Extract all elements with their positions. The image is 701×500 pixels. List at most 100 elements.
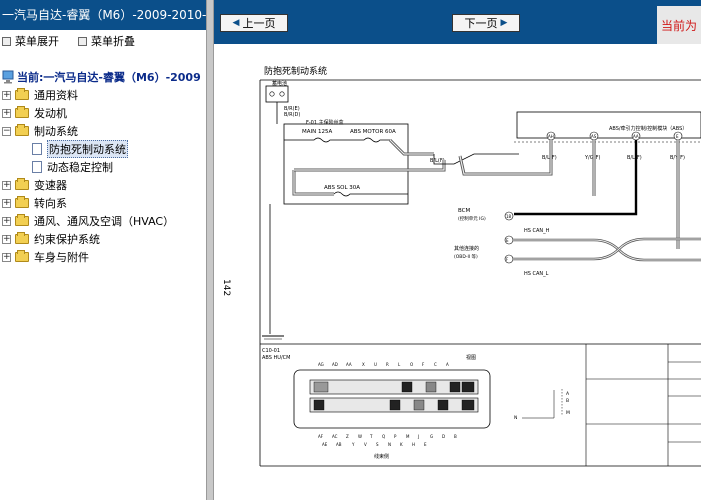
svg-text:O: O xyxy=(410,362,413,367)
svg-text:AS: AS xyxy=(591,134,597,139)
left-arrow-icon: ◀ xyxy=(232,18,240,28)
tree-item-label: 转向系 xyxy=(34,197,67,210)
abs-module xyxy=(516,111,701,139)
fuse-symbol xyxy=(333,191,408,197)
tree-item-label: 约束保护系统 xyxy=(34,233,100,246)
tree-root[interactable]: 当前:一汽马自达-睿翼（M6）-2009 xyxy=(2,68,201,86)
tree-item-hvac[interactable]: + 通风、通风及空调（HVAC） xyxy=(2,212,174,230)
panel-splitter[interactable] xyxy=(206,0,214,500)
svg-text:B/L(F): B/L(F) xyxy=(627,155,642,161)
tree-item-label: 车身与附件 xyxy=(34,251,89,264)
bcm-label: BCM xyxy=(458,208,471,214)
svg-text:18: 18 xyxy=(506,214,512,219)
tree-item-label: 制动系统 xyxy=(34,125,78,138)
tree-item-body[interactable]: + 车身与附件 xyxy=(2,248,89,266)
svg-text:P: P xyxy=(394,434,397,439)
expand-menu-button[interactable]: 菜单展开 xyxy=(2,32,59,50)
other-modules-label: 其他连接的 xyxy=(454,245,479,252)
tree-item-label: 通风、通风及空调（HVAC） xyxy=(34,215,175,228)
tree-item-restraints[interactable]: + 约束保护系统 xyxy=(2,230,100,248)
tree-item-engine[interactable]: + 发动机 xyxy=(2,104,67,122)
view-label: 视图 xyxy=(466,354,476,361)
svg-text:N: N xyxy=(514,415,517,421)
tree-item-transmission[interactable]: + 变速器 xyxy=(2,176,67,194)
page-nav-bar: ◀ 上一页 下一页 ▶ 当前为 xyxy=(214,0,701,44)
folder-icon xyxy=(15,214,29,226)
fuse-sol-label: ABS SOL 30A xyxy=(324,185,360,191)
tree-item-dsc[interactable]: 动态稳定控制 xyxy=(32,158,113,176)
folder-icon xyxy=(15,178,29,190)
collapse-toggle-icon[interactable]: − xyxy=(2,126,11,136)
svg-text:AF: AF xyxy=(318,434,324,439)
can-low-label: HS CAN_L xyxy=(524,271,549,277)
tree-item-brakes[interactable]: − 制动系统 xyxy=(2,122,78,140)
current-page-indicator: 当前为 xyxy=(656,6,701,44)
expand-toggle-icon[interactable]: + xyxy=(2,180,11,190)
svg-text:A: A xyxy=(446,362,449,367)
next-page-button[interactable]: 下一页 ▶ xyxy=(452,14,520,32)
battery-label: 蓄电池 xyxy=(272,80,287,87)
computer-icon xyxy=(2,70,14,84)
svg-text:Y/G(F): Y/G(F) xyxy=(584,155,600,161)
next-page-label: 下一页 xyxy=(464,17,498,30)
module-pins: AH AS AA E xyxy=(546,131,683,141)
svg-text:B/L(F): B/L(F) xyxy=(542,155,557,161)
svg-text:B: B xyxy=(454,434,457,439)
fuse-main-label: MAIN 125A xyxy=(302,129,332,135)
svg-text:S: S xyxy=(376,442,379,447)
svg-text:L: L xyxy=(398,362,401,367)
wiring-diagram: 防抱死制动系统 142 蓄电池 B/R(E) B/R(D) F-01 主保险丝盒… xyxy=(214,44,701,500)
svg-text:H: H xyxy=(412,442,415,447)
svg-text:W: W xyxy=(358,434,362,439)
diagram-title: 防抱死制动系统 xyxy=(264,65,327,77)
battery-symbol xyxy=(265,85,289,103)
tree-item-steering[interactable]: + 转向系 xyxy=(2,194,67,212)
svg-text:C: C xyxy=(434,362,437,367)
svg-text:AA: AA xyxy=(633,134,639,139)
expand-toggle-icon[interactable]: + xyxy=(2,216,11,226)
svg-text:A: A xyxy=(566,391,570,397)
expand-toggle-icon[interactable]: + xyxy=(2,108,11,118)
fuse-motor-label: ABS MOTOR 60A xyxy=(350,129,396,135)
svg-text:K: K xyxy=(400,442,403,447)
expand-toggle-icon[interactable]: + xyxy=(2,234,11,244)
tree-item-label: 通用资料 xyxy=(34,89,78,102)
svg-text:V: V xyxy=(364,442,367,447)
expand-menu-label: 菜单展开 xyxy=(15,35,59,48)
connector-code: C10-01 xyxy=(262,348,280,354)
tree-item-label: 防抱死制动系统 xyxy=(47,140,128,158)
collapse-menu-label: 菜单折叠 xyxy=(91,35,135,48)
fuse-box xyxy=(283,123,409,205)
page-number: 142 xyxy=(221,279,231,296)
fuse-box-label: F-01 主保险丝盒 xyxy=(306,119,344,126)
svg-text:N: N xyxy=(388,442,391,447)
svg-text:J: J xyxy=(417,434,419,439)
tree-root-label: 当前:一汽马自达-睿翼（M6）-2009 xyxy=(17,71,201,84)
wire-label: B/R(D) xyxy=(284,112,300,118)
connector-table xyxy=(585,344,701,466)
right-arrow-icon: ▶ xyxy=(500,18,508,28)
folder-icon xyxy=(15,106,29,118)
svg-text:F: F xyxy=(422,362,425,367)
folder-icon xyxy=(15,250,29,262)
tree-item-general[interactable]: + 通用资料 xyxy=(2,86,78,104)
svg-text:E: E xyxy=(424,442,427,447)
tree-item-abs[interactable]: 防抱死制动系统 xyxy=(32,140,128,158)
tree-item-label: 发动机 xyxy=(34,107,67,120)
harness-label: 线束侧 xyxy=(374,453,389,460)
svg-text:B: B xyxy=(566,398,569,404)
svg-text:T: T xyxy=(369,434,373,439)
abs-module-label: ABS/牵引力控制/控制模块（ABS） xyxy=(609,125,687,132)
collapse-menu-button[interactable]: 菜单折叠 xyxy=(78,32,135,50)
svg-text:AH: AH xyxy=(548,134,554,139)
expand-toggle-icon[interactable]: + xyxy=(2,252,11,262)
prev-page-label: 上一页 xyxy=(242,17,276,30)
svg-text:X: X xyxy=(362,362,365,367)
expand-toggle-icon[interactable]: + xyxy=(2,198,11,208)
prev-page-button[interactable]: ◀ 上一页 xyxy=(220,14,288,32)
navigation-panel: 一汽马自达-睿翼（M6）-2009-2010-电 菜单展开 菜单折叠 当前:一汽… xyxy=(0,0,206,500)
expand-toggle-icon[interactable]: + xyxy=(2,90,11,100)
other-modules-sub: (OBD-II 等) xyxy=(454,253,478,260)
bcm-sub-label: (控制单元 IG) xyxy=(458,215,486,222)
svg-text:AG: AG xyxy=(318,362,324,367)
